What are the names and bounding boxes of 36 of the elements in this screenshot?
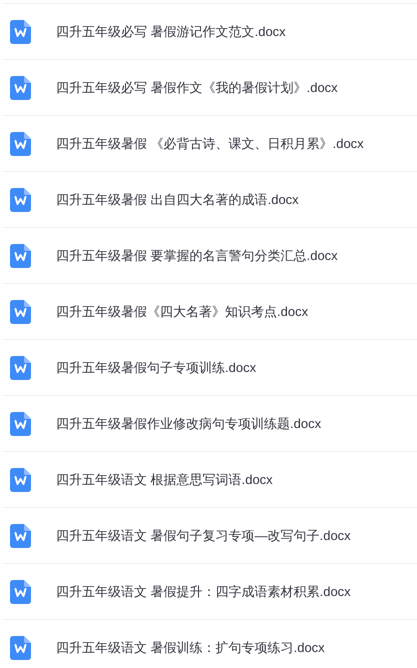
file-row[interactable]: 四升五年级暑假句子专项训练.docx — [3, 339, 417, 395]
file-name: 四升五年级语文 暑假句子复习专项—改写句子.docx — [56, 526, 351, 545]
file-row[interactable]: 四升五年级语文 暑假句子复习专项—改写句子.docx — [3, 507, 417, 563]
file-row[interactable]: 四升五年级语文 根据意思写词语.docx — [3, 451, 417, 507]
word-document-icon — [10, 468, 31, 492]
file-name: 四升五年级暑假 《必背古诗、课文、日积月累》.docx — [56, 134, 364, 153]
file-name: 四升五年级暑假作业修改病句专项训练题.docx — [56, 414, 322, 433]
word-document-icon — [10, 76, 31, 100]
file-row[interactable]: 四升五年级必写 暑假游记作文范文.docx — [3, 3, 417, 59]
word-document-icon — [10, 356, 31, 380]
file-name: 四升五年级语文 暑假提升：四字成语素材积累.docx — [56, 582, 351, 601]
word-document-icon — [10, 412, 31, 436]
word-document-icon — [10, 188, 31, 212]
file-row[interactable]: 四升五年级暑假《四大名著》知识考点.docx — [3, 283, 417, 339]
file-name: 四升五年级暑假句子专项训练.docx — [56, 358, 256, 377]
word-document-icon — [10, 300, 31, 324]
file-name: 四升五年级语文 暑假训练：扩句专项练习.docx — [56, 638, 325, 657]
file-row[interactable]: 四升五年级语文 暑假提升：四字成语素材积累.docx — [3, 563, 417, 619]
file-row[interactable]: 四升五年级暑假 《必背古诗、课文、日积月累》.docx — [3, 115, 417, 171]
file-row[interactable]: 四升五年级暑假 要掌握的名言警句分类汇总.docx — [3, 227, 417, 283]
word-document-icon — [10, 132, 31, 156]
file-name: 四升五年级语文 根据意思写词语.docx — [56, 470, 273, 489]
file-name: 四升五年级必写 暑假作文《我的暑假计划》.docx — [56, 78, 338, 97]
word-document-icon — [10, 580, 31, 604]
word-document-icon — [10, 20, 31, 44]
word-document-icon — [10, 244, 31, 268]
file-row[interactable]: 四升五年级暑假 出自四大名著的成语.docx — [3, 171, 417, 227]
file-name: 四升五年级必写 暑假游记作文范文.docx — [56, 22, 286, 41]
file-row[interactable]: 四升五年级必写 暑假作文《我的暑假计划》.docx — [3, 59, 417, 115]
file-row[interactable]: 四升五年级暑假作业修改病句专项训练题.docx — [3, 395, 417, 451]
file-name: 四升五年级暑假 要掌握的名言警句分类汇总.docx — [56, 246, 338, 265]
word-document-icon — [10, 524, 31, 548]
file-name: 四升五年级暑假《四大名著》知识考点.docx — [56, 302, 308, 321]
file-name: 四升五年级暑假 出自四大名著的成语.docx — [56, 190, 299, 209]
word-document-icon — [10, 636, 31, 660]
file-row[interactable]: 四升五年级语文 暑假训练：扩句专项练习.docx — [3, 619, 417, 668]
